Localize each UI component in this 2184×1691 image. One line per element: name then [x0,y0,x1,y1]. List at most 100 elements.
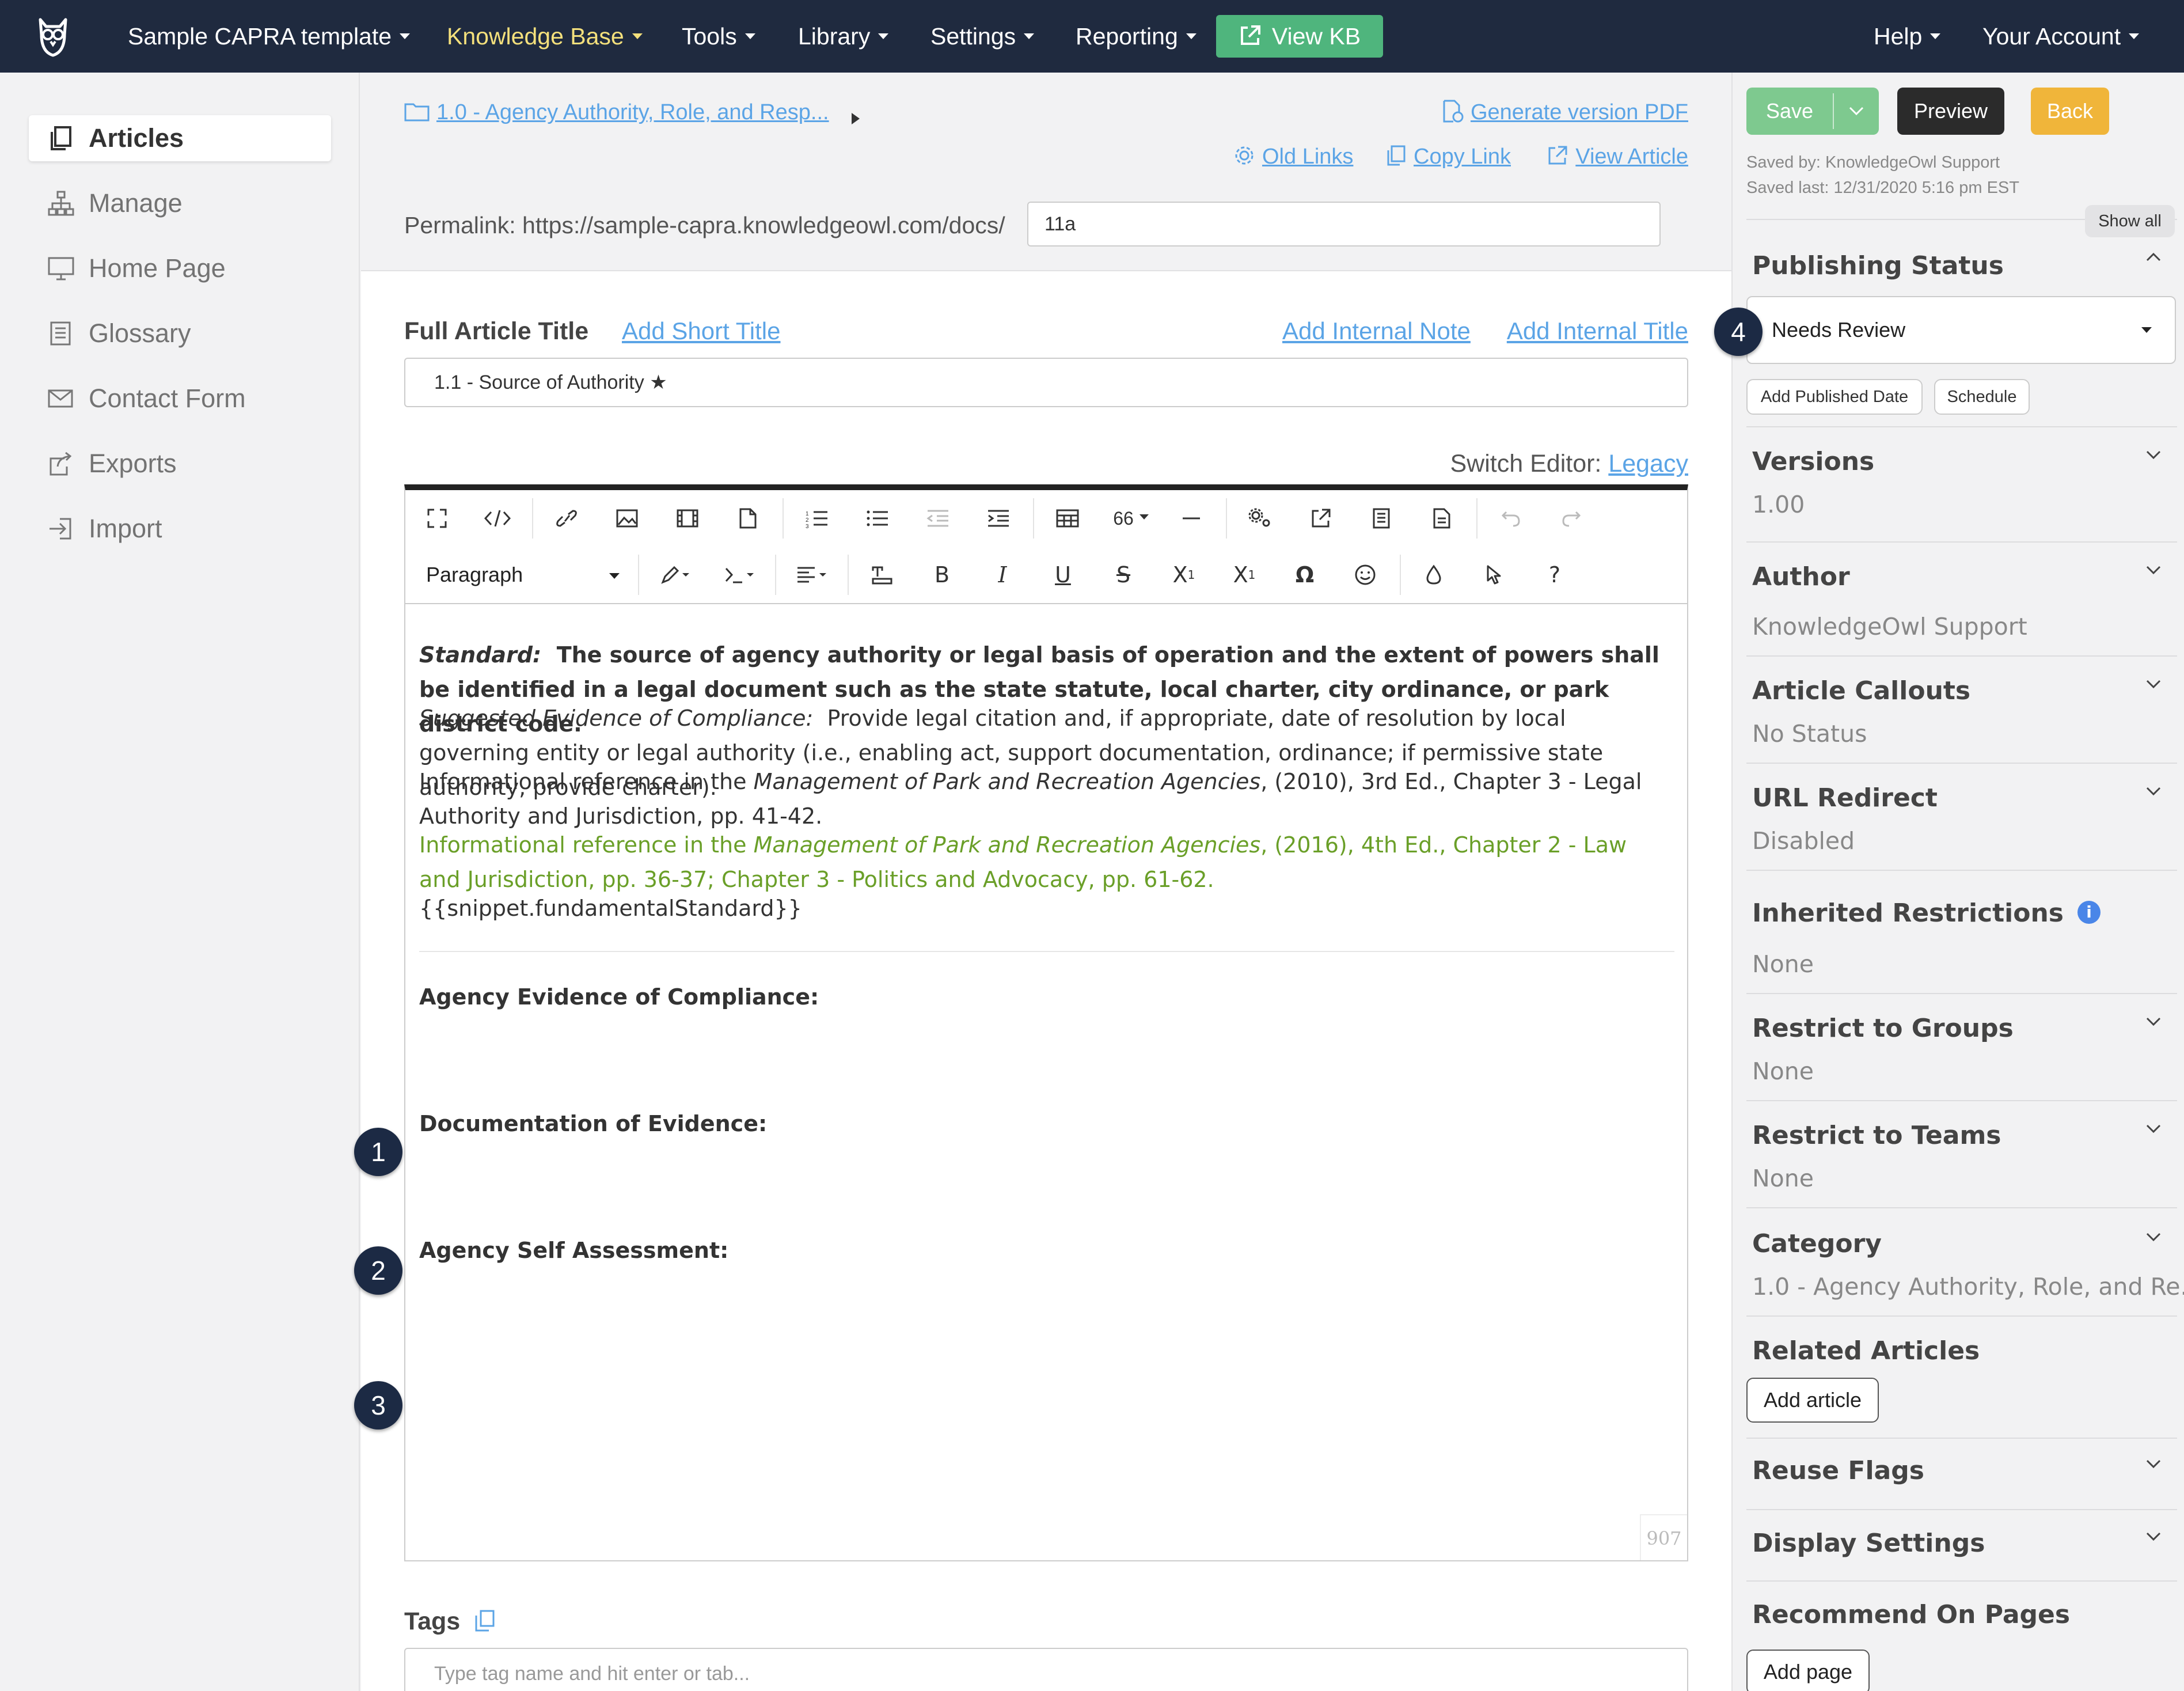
copy-icon[interactable] [473,1609,496,1632]
chevron-down-icon[interactable] [2145,1120,2162,1137]
sidebar-item-contact-form[interactable]: Contact Form [29,376,331,422]
add-published-date-button[interactable]: Add Published Date [1746,379,1923,415]
italic-icon[interactable]: I [977,547,1028,603]
nav-tools[interactable]: Tools [682,0,755,73]
omega-icon[interactable]: Ω [1279,547,1331,603]
add-short-title-link[interactable]: Add Short Title [622,317,780,345]
copy-icon [1387,145,1406,166]
settings-cogs-icon[interactable] [1235,490,1286,547]
chevron-down-icon[interactable] [2145,561,2162,578]
nav-your-account[interactable]: Your Account [1982,0,2140,73]
open-external-icon[interactable] [1295,490,1347,547]
tags-input[interactable]: Type tag name and hit enter or tab... [404,1648,1688,1691]
add-internal-title-link[interactable]: Add Internal Title [1507,317,1688,345]
help-icon[interactable]: ? [1529,547,1581,603]
toolbar-row-2: Paragraph B I U S X1 X1 Ω ? [405,547,1687,603]
chevron-down-icon[interactable] [2145,1013,2162,1030]
article-title-input[interactable]: 1.1 - Source of Authority ★ [404,358,1688,407]
fullscreen-icon[interactable] [411,490,463,547]
insert-link-icon[interactable] [541,490,592,547]
old-links-link[interactable]: Old Links [1233,145,1353,169]
back-button[interactable]: Back [2031,88,2109,135]
bold-icon[interactable]: B [916,547,968,603]
sidebar-item-glossary[interactable]: Glossary [29,310,331,357]
chevron-up-icon[interactable] [2145,249,2162,266]
publishing-status-select[interactable]: Needs Review [1746,296,2176,364]
text-color-icon[interactable] [646,547,704,603]
nav-reporting[interactable]: Reporting [1076,0,1197,73]
chevron-down-icon[interactable] [2145,446,2162,463]
annotation-badge-1: 1 [354,1128,402,1176]
chevron-down-icon[interactable] [2145,1455,2162,1472]
align-icon[interactable] [783,547,841,603]
select-pointer-icon[interactable] [1468,547,1520,603]
code-view-icon[interactable] [472,490,523,547]
show-all-button[interactable]: Show all [2085,205,2175,237]
outdent-icon[interactable] [912,490,964,547]
nav-knowledge-base[interactable]: Knowledge Base [447,0,643,73]
view-kb-button[interactable]: View KB [1216,15,1383,58]
reference-paragraph-2016: Informational reference in the Managemen… [419,832,1627,892]
legacy-editor-link[interactable]: Legacy [1608,450,1688,477]
permalink-label: Permalink: https://sample-capra.knowledg… [404,212,1005,238]
color-drop-icon[interactable] [1408,547,1460,603]
schedule-button[interactable]: Schedule [1934,379,2030,415]
redo-icon[interactable] [1545,490,1597,547]
nav-project-dropdown[interactable]: Sample CAPRA template [128,0,411,73]
nav-library[interactable]: Library [798,0,889,73]
paragraph-format-select[interactable]: Paragraph [412,547,631,603]
copy-link-link[interactable]: Copy Link [1385,145,1511,169]
nav-help[interactable]: Help [1874,0,1941,73]
generate-version-pdf-link[interactable]: Generate version PDF [1441,100,1688,125]
add-page-button[interactable]: Add page [1746,1650,1870,1691]
template-icon[interactable] [1416,490,1468,547]
switch-editor: Switch Editor: Legacy [1450,450,1689,478]
breadcrumb[interactable]: 1.0 - Agency Authority, Role, and Resp..… [404,100,829,125]
snippet-icon[interactable] [1355,490,1407,547]
horizontal-line-icon[interactable] [1165,490,1217,547]
sidebar-item-import[interactable]: Import [29,506,331,552]
chevron-down-icon[interactable] [1848,105,1865,117]
ordered-list-icon[interactable]: 123 [791,490,843,547]
left-sidebar: Articles Manage Home Page Glossary Conta… [0,73,360,1691]
article-callouts-value: No Status [1752,720,1867,748]
caret-right-icon[interactable] [849,112,861,126]
add-article-button[interactable]: Add article [1746,1378,1879,1423]
chevron-down-icon[interactable] [2145,782,2162,799]
reference-paragraph-2010: Informational reference in the Managemen… [419,769,1642,829]
superscript-icon[interactable]: X1 [1218,547,1270,603]
sidebar-item-home-page[interactable]: Home Page [29,245,331,291]
category-value: 1.0 - Agency Authority, Role, and Re... [1752,1273,2184,1301]
chevron-down-icon[interactable] [2145,675,2162,692]
sidebar-item-manage[interactable]: Manage [29,180,331,226]
clear-formatting-icon[interactable] [856,547,907,603]
unordered-list-icon[interactable] [852,490,903,547]
nav-settings[interactable]: Settings [930,0,1035,73]
insert-file-icon[interactable] [722,490,774,547]
view-article-link[interactable]: View Article [1547,145,1688,169]
preview-button[interactable]: Preview [1897,88,2004,135]
subscript-icon[interactable]: X1 [1158,547,1210,603]
special-characters-icon[interactable] [711,547,768,603]
underline-icon[interactable]: U [1037,547,1089,603]
chevron-down-icon[interactable] [2145,1527,2162,1545]
permalink-input[interactable]: 11a [1027,202,1661,247]
chevron-down-icon[interactable] [2145,1228,2162,1245]
insert-table-icon[interactable] [1042,490,1093,547]
add-internal-note-link[interactable]: Add Internal Note [1282,317,1471,345]
strikethrough-icon[interactable]: S [1097,547,1149,603]
font-size-dropdown[interactable]: 66 [1102,490,1160,547]
owl-logo-icon[interactable] [29,12,77,60]
restrict-groups-heading: Restrict to Groups [1752,1014,2014,1043]
info-icon[interactable]: i [2077,901,2101,924]
sidebar-item-exports[interactable]: Exports [29,441,331,487]
save-button[interactable]: Save [1746,88,1879,135]
insert-video-icon[interactable] [662,490,713,547]
indent-icon[interactable] [973,490,1024,547]
sidebar-item-articles[interactable]: Articles [29,115,331,161]
undo-icon[interactable] [1485,490,1537,547]
switch-editor-label: Switch Editor: [1450,450,1602,477]
emoji-icon[interactable] [1339,547,1391,603]
insert-image-icon[interactable] [601,490,653,547]
versions-value: 1.00 [1752,491,1805,518]
